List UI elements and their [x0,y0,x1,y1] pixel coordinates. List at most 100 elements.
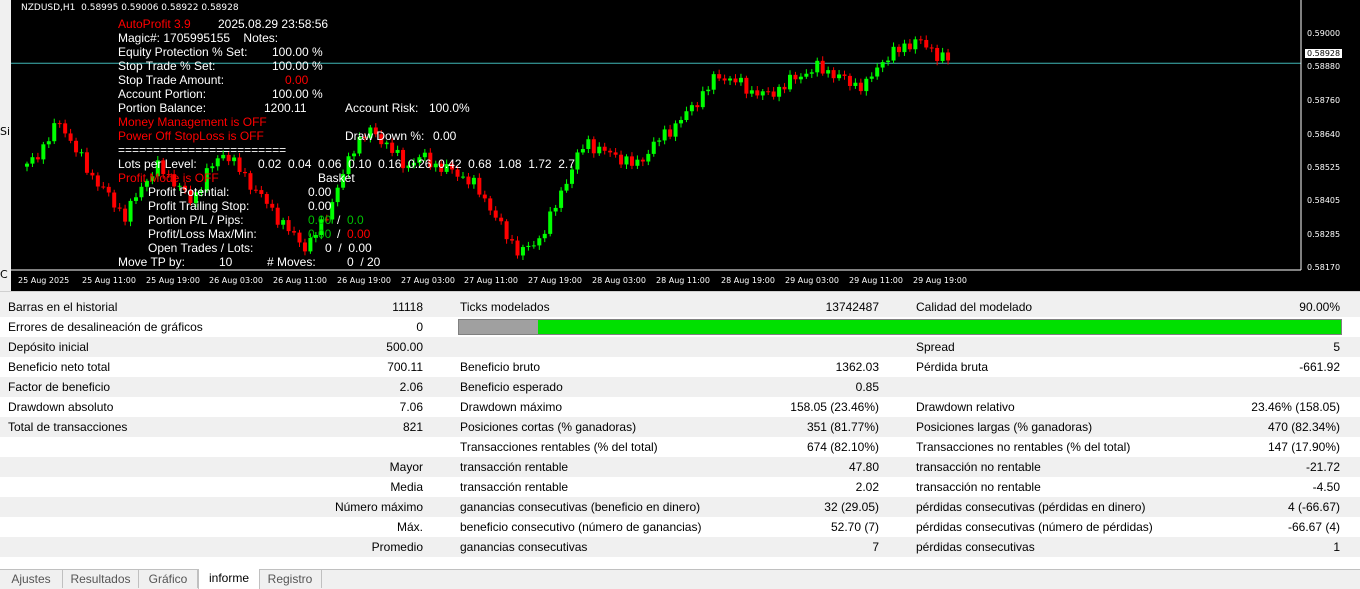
candle-body [139,186,144,198]
candle-body [41,144,46,160]
candle-body [52,123,57,142]
basket-label: Basket [318,171,355,185]
candle-body [711,74,716,90]
candle-body [243,171,247,174]
candle-body [591,139,596,154]
candle-body [755,90,760,96]
candle-body [237,157,242,172]
x-tick: 28 Aug 03:00 [592,276,646,285]
open-trades-value: 0 / 0.00 [325,241,372,255]
candle-body [559,190,564,208]
report-value-left: Número máximo [334,500,423,514]
candle-body [570,169,574,184]
y-tick: 0.58285 [1307,230,1341,239]
draw-down-label: Draw Down %: [345,129,425,143]
candle-body [886,60,891,63]
candle-body [586,139,591,150]
stop-trade-pct-label: Stop Trade % Set: [118,59,216,73]
candle-body [232,157,237,162]
profit-trailing-value: 0.00 [308,199,332,213]
report-value-left: 821 [402,420,423,434]
candle-body [264,193,269,204]
candle-body [869,76,874,79]
x-tick: 29 Aug 19:00 [913,276,967,285]
x-tick: 27 Aug 11:00 [464,276,518,285]
y-tick: 0.58170 [1307,263,1341,272]
report-value-right: -661.92 [1299,360,1340,374]
candle-body [820,60,825,74]
candle-body [728,78,733,81]
candle-body [907,43,912,50]
tab-ajustes[interactable]: Ajustes [0,570,63,588]
candle-body [880,62,885,68]
candle-body [106,186,111,193]
tab-registro[interactable]: Registro [259,570,322,588]
profit-loss-value-1: 0.00 [308,227,332,241]
stop-trade-amount-label: Stop Trade Amount: [118,73,225,87]
moves-label: # Moves: [267,255,316,269]
candle-body [684,111,689,121]
candle-body [390,142,395,153]
magic-number: Magic#: 1705995155 Notes: [118,31,279,45]
profit-loss-value-2: 0.00 [347,227,371,241]
candle-body [673,123,678,137]
candle-body [777,86,782,97]
report-value-left: 7.06 [399,400,423,414]
candle-body [35,157,40,160]
candle-body [858,82,863,92]
symbol-line: NZDUSD,H1 0.58995 0.59006 0.58922 0.5892… [21,3,239,13]
report-value-right: 23.46% (158.05) [1251,400,1340,414]
candle-body [864,78,869,92]
open-trades-label: Open Trades / Lots: [148,241,254,255]
tab-grafico[interactable]: Gráfico [139,570,198,588]
portion-pl-label: Portion P/L / Pips: [148,213,244,227]
candle-body [564,183,569,191]
candle-body [297,232,302,243]
y-tick: 0.59000 [1307,29,1341,38]
left-strip-label-1: Si [0,125,11,138]
candle-body [542,233,547,239]
candle-body [847,75,852,86]
report-row: Total de transacciones 821 Posiciones cort… [0,417,1360,437]
candle-body [63,123,68,134]
candle-body [913,39,918,50]
candle-body [793,74,798,80]
candle-body [924,39,929,48]
ea-name: AutoProfit 3.9 [118,17,191,31]
portion-balance-label: Portion Balance: [118,101,207,115]
tab-informe[interactable]: informe [198,569,260,589]
x-tick: 25 Aug 19:00 [146,276,200,285]
candle-body [270,203,275,208]
candle-body [733,78,738,83]
x-tick: 28 Aug 19:00 [721,276,775,285]
candle-body [134,197,138,201]
price-chart[interactable]: NZDUSD,H1 0.58995 0.59006 0.58922 0.5892… [11,0,1360,291]
y-tick: 0.58405 [1307,196,1341,205]
report-value-mid: 0.85 [855,380,879,394]
candle-body [466,176,471,185]
stop-trade-amount-value: 0.00 [285,73,309,87]
portion-pl-value-2: 0.0 [347,213,364,227]
candle-body [46,141,51,145]
candle-body [575,152,580,170]
report-value-right: 90.00% [1299,300,1340,314]
candle-body [782,86,787,90]
current-price-label: 0.58928 [1305,49,1343,58]
candle-body [640,159,645,162]
report-value-right: 1 [1333,540,1340,554]
candle-body [831,70,836,79]
report-value-mid: 13742487 [825,300,879,314]
candle-body [515,240,520,256]
report-value-mid: 351 (81.77%) [806,420,879,434]
y-tick: 0.58760 [1307,96,1341,105]
x-tick: 29 Aug 03:00 [785,276,839,285]
candle-body [689,105,694,112]
x-tick: 26 Aug 11:00 [273,276,327,285]
candle-body [128,200,133,222]
candle-body [90,172,95,176]
report-value-left: 2.06 [399,380,423,394]
tab-resultados[interactable]: Resultados [63,570,139,588]
report-label-left: Errores de desalineación de gráficos [8,320,203,334]
report-value-right: -66.67 (4) [1287,520,1340,534]
candle-body [668,129,673,137]
